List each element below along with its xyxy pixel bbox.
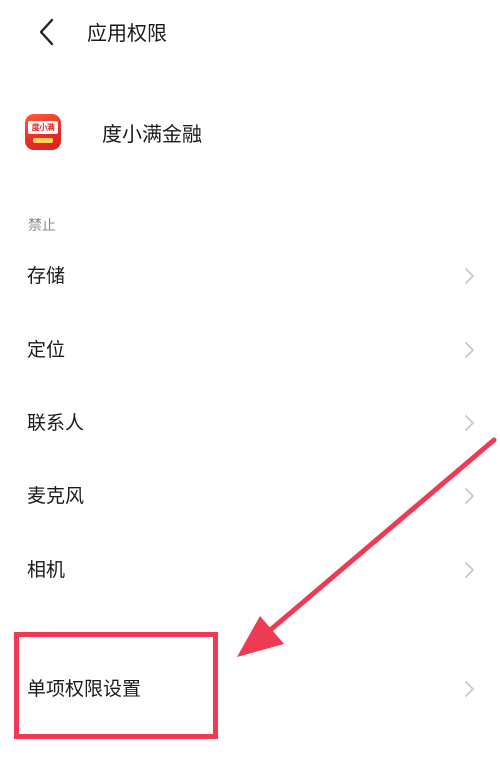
permission-item-location[interactable]: 定位 — [0, 320, 500, 380]
app-icon-strip — [33, 138, 53, 143]
permission-label: 定位 — [27, 339, 66, 361]
permission-label: 存储 — [27, 265, 66, 287]
top-bar: 应用权限 — [0, 0, 500, 66]
permission-item-camera[interactable]: 相机 — [0, 540, 500, 600]
permission-label: 相机 — [27, 559, 66, 581]
chevron-right-icon — [465, 268, 474, 284]
app-icon: 度小满 — [25, 114, 61, 150]
back-button[interactable] — [30, 14, 66, 50]
chevron-right-icon — [465, 681, 474, 697]
chevron-right-icon — [465, 415, 474, 431]
permission-item-storage[interactable]: 存储 — [0, 246, 500, 306]
app-name: 度小满金融 — [102, 122, 202, 146]
single-permission-settings-label: 单项权限设置 — [27, 678, 142, 700]
page-title: 应用权限 — [87, 21, 167, 45]
chevron-right-icon — [465, 562, 474, 578]
permission-item-contacts[interactable]: 联系人 — [0, 393, 500, 453]
permission-label: 联系人 — [27, 412, 85, 434]
section-label-denied: 禁止 — [28, 218, 56, 234]
chevron-right-icon — [465, 342, 474, 358]
back-arrow-icon — [39, 18, 54, 46]
permission-label: 麦克风 — [27, 485, 85, 507]
permission-item-microphone[interactable]: 麦克风 — [0, 466, 500, 526]
single-permission-settings[interactable]: 单项权限设置 — [0, 659, 500, 719]
app-info-row: 度小满 度小满金融 — [0, 100, 500, 166]
app-icon-label: 度小满 — [28, 121, 58, 134]
chevron-right-icon — [465, 488, 474, 504]
